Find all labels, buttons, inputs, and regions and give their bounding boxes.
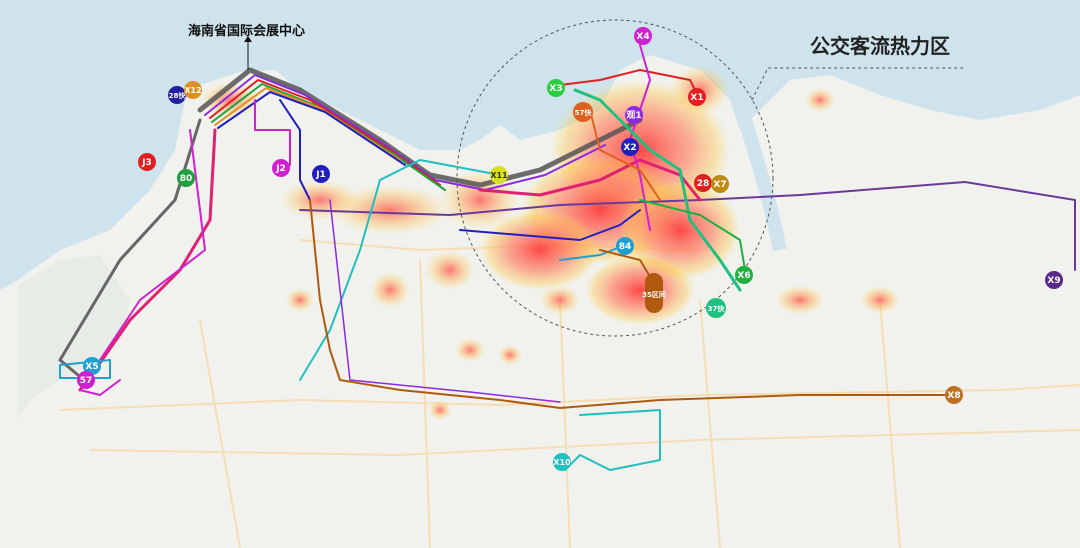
svg-text:37快: 37快	[708, 304, 726, 313]
route-badge-28: 28	[694, 174, 712, 192]
route-badge-X1: X1	[688, 88, 706, 106]
svg-text:57快: 57快	[575, 108, 593, 117]
route-badge-guan1: 观1	[625, 106, 643, 124]
svg-text:J1: J1	[315, 170, 326, 180]
map-title: 公交客流热力区	[810, 34, 950, 58]
route-badge-X11: X11	[490, 166, 508, 184]
route-badge-J2: J2	[272, 159, 290, 177]
route-badge-35qujian: 35区间	[642, 273, 666, 313]
svg-text:X1: X1	[690, 93, 703, 103]
svg-text:28: 28	[697, 179, 710, 189]
bus-route-map: X4 X3 X1 57快 观1 X2 28 X7 X11 84 35区间 X6 …	[0, 0, 1080, 548]
svg-text:X5: X5	[85, 362, 98, 372]
route-badge-80: 80	[177, 169, 195, 187]
route-badge-J1: J1	[312, 165, 330, 183]
route-badge-84: 84	[616, 237, 634, 255]
svg-text:X11: X11	[490, 171, 508, 180]
svg-text:X6: X6	[737, 271, 750, 281]
svg-text:X7: X7	[713, 180, 726, 190]
svg-text:X12: X12	[184, 86, 201, 95]
svg-text:X4: X4	[636, 32, 649, 42]
svg-text:X3: X3	[549, 84, 562, 94]
landmark-label: 海南省国际会展中心	[188, 24, 306, 39]
svg-text:J2: J2	[275, 164, 286, 174]
route-badge-X12: X12	[184, 81, 202, 99]
route-badge-X3: X3	[547, 79, 565, 97]
svg-text:84: 84	[619, 242, 632, 252]
route-badge-37kuai: 37快	[706, 298, 726, 318]
route-badge-X4: X4	[634, 27, 652, 45]
svg-text:80: 80	[180, 174, 193, 184]
route-badge-J3: J3	[138, 153, 156, 171]
route-badge-X2: X2	[621, 138, 639, 156]
svg-text:J3: J3	[141, 158, 152, 168]
svg-text:X2: X2	[623, 143, 636, 153]
svg-text:X9: X9	[1047, 276, 1060, 286]
svg-text:X10: X10	[553, 458, 571, 467]
route-badge-X6: X6	[735, 266, 753, 284]
route-badge-X10: X10	[553, 453, 571, 471]
route-badge-57kuai: 57快	[573, 102, 593, 122]
svg-text:57: 57	[80, 376, 93, 386]
route-badge-X8: X8	[945, 386, 963, 404]
route-badge-X9: X9	[1045, 271, 1063, 289]
route-badge-57: 57	[77, 371, 95, 389]
svg-text:观1: 观1	[626, 110, 641, 121]
svg-text:35区间: 35区间	[642, 290, 666, 299]
svg-text:X8: X8	[947, 391, 960, 401]
route-badge-X7: X7	[711, 175, 729, 193]
